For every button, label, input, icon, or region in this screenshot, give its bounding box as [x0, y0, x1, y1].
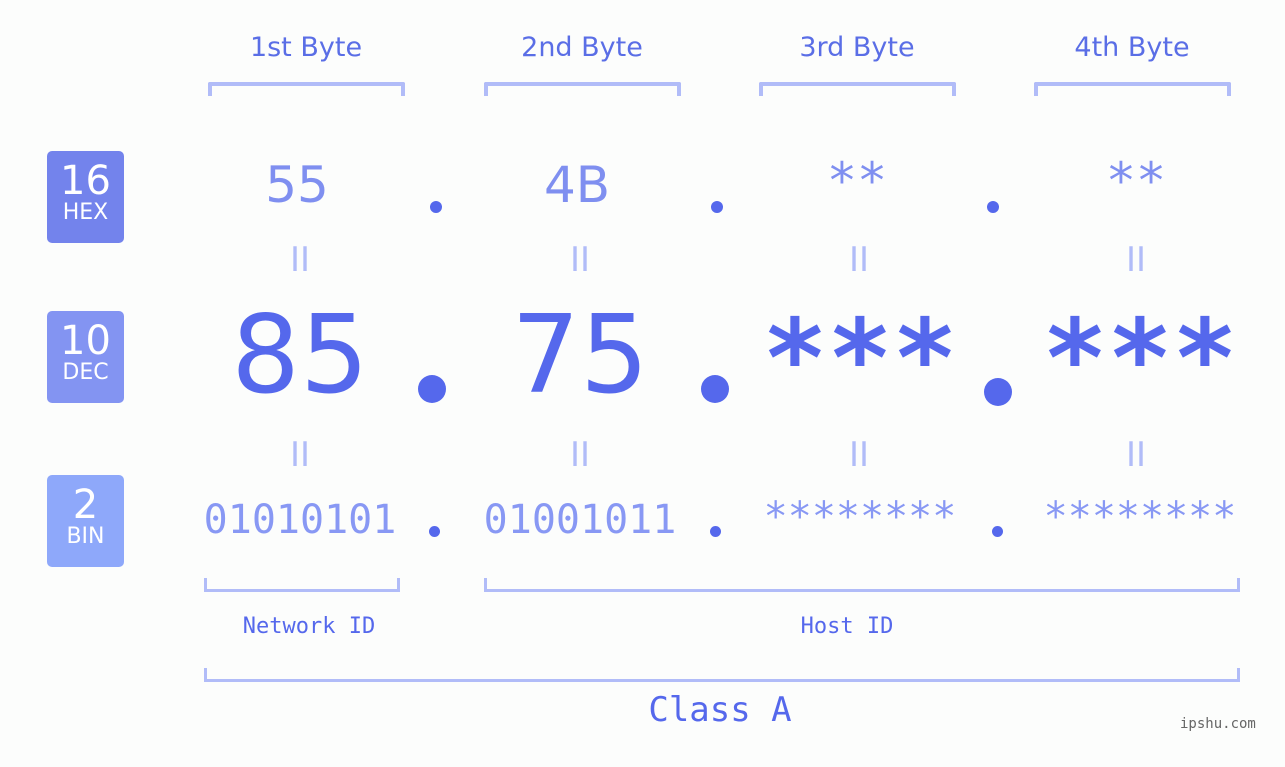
network-id-label: Network ID — [242, 614, 376, 639]
hex-base: 16 — [60, 158, 111, 204]
equals-icon: II — [289, 435, 311, 475]
bin-value-4: ******** — [1043, 494, 1237, 540]
equals-icon: II — [1125, 240, 1147, 280]
bin-dot-3 — [992, 526, 1003, 537]
bin-value-2: 01001011 — [483, 497, 677, 543]
byte-header-4: 4th Byte — [1074, 32, 1190, 63]
bin-value-3: ******** — [763, 494, 957, 540]
byte-header-1: 1st Byte — [249, 32, 363, 63]
dec-value-1: 85 — [231, 293, 369, 418]
watermark: ipshu.com — [1180, 716, 1256, 732]
class-bracket — [204, 668, 1240, 682]
hex-dot-3 — [987, 201, 999, 213]
byte-bracket-1 — [208, 82, 405, 96]
host-id-bracket — [484, 578, 1240, 592]
equals-icon: II — [848, 240, 870, 280]
host-id-label: Host ID — [800, 614, 894, 639]
hex-value-3: ** — [826, 152, 888, 210]
equals-icon: II — [289, 240, 311, 280]
dec-value-2: 75 — [511, 293, 649, 418]
dec-badge: 10 DEC — [47, 311, 124, 403]
hex-label: HEX — [62, 200, 109, 225]
hex-badge: 16 HEX — [47, 151, 124, 243]
hex-value-4: ** — [1105, 152, 1167, 210]
equals-icon: II — [848, 435, 870, 475]
byte-bracket-3 — [759, 82, 956, 96]
bin-badge: 2 BIN — [47, 475, 124, 567]
hex-value-2: 4B — [543, 156, 611, 214]
dec-value-4: *** — [1042, 297, 1238, 422]
network-id-bracket — [204, 578, 400, 592]
equals-icon: II — [569, 435, 591, 475]
class-label: Class A — [648, 690, 792, 730]
bin-label: BIN — [66, 524, 105, 549]
bin-dot-1 — [429, 526, 440, 537]
dec-label: DEC — [62, 360, 109, 385]
hex-dot-1 — [430, 201, 442, 213]
equals-icon: II — [569, 240, 591, 280]
byte-bracket-4 — [1034, 82, 1231, 96]
dec-dot-2 — [701, 375, 729, 403]
byte-header-2: 2nd Byte — [521, 32, 643, 63]
dec-dot-1 — [418, 375, 446, 403]
byte-bracket-2 — [484, 82, 681, 96]
bin-value-1: 01010101 — [203, 497, 397, 543]
bin-dot-2 — [710, 526, 721, 537]
hex-dot-2 — [711, 201, 723, 213]
byte-header-3: 3rd Byte — [799, 32, 915, 63]
equals-icon: II — [1125, 435, 1147, 475]
dec-dot-3 — [984, 378, 1012, 406]
dec-base: 10 — [60, 318, 111, 364]
hex-value-1: 55 — [265, 156, 329, 214]
dec-value-3: *** — [762, 297, 958, 422]
bin-base: 2 — [72, 482, 99, 528]
